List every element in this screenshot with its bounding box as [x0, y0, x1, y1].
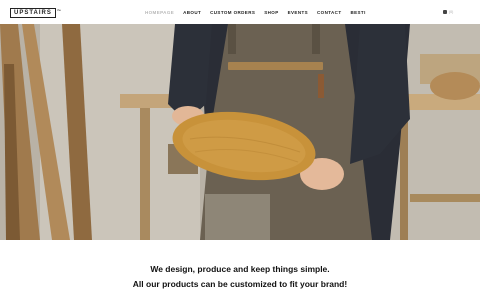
hero-image	[0, 24, 480, 240]
site-logo[interactable]: UPSTAIRS the	[10, 8, 61, 18]
nav-item-contact[interactable]: CONTACT	[317, 10, 341, 15]
hero-photo	[0, 24, 480, 240]
bag-icon	[443, 10, 447, 14]
tagline-line-2: All our products can be customized to fi…	[132, 279, 348, 289]
nav-item-events[interactable]: EVENTS	[288, 10, 308, 15]
logo-text: UPSTAIRS	[10, 8, 56, 18]
nav-item-besti[interactable]: BESTI	[350, 10, 365, 15]
nav-item-about[interactable]: ABOUT	[183, 10, 201, 15]
logo-sup: the	[56, 8, 62, 12]
nav-item-custom-orders[interactable]: CUSTOM ORDERS	[210, 10, 255, 15]
top-bar: UPSTAIRS the HOMEPAGE ABOUT CUSTOM ORDER…	[0, 0, 480, 24]
cart-count: (0)	[449, 10, 454, 14]
cart-link[interactable]: (0)	[443, 9, 453, 15]
main-nav: HOMEPAGE ABOUT CUSTOM ORDERS SHOP EVENTS…	[145, 0, 375, 24]
nav-item-homepage[interactable]: HOMEPAGE	[145, 10, 174, 15]
nav-item-shop[interactable]: SHOP	[264, 10, 278, 15]
tagline-line-1: We design, produce and keep things simpl…	[150, 264, 330, 274]
